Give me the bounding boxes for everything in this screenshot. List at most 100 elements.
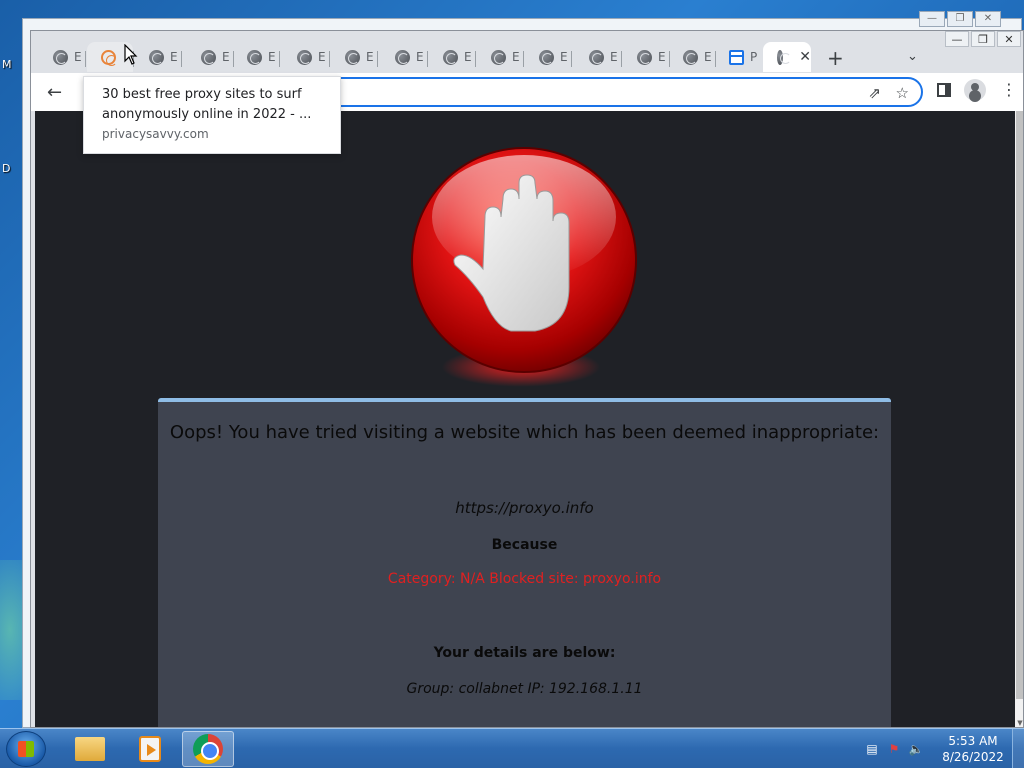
spiral-icon	[101, 49, 117, 66]
tab-title: P	[750, 50, 758, 64]
tab-title: E	[560, 50, 568, 64]
minimize-button[interactable]: —	[919, 11, 945, 27]
tab[interactable]: P	[715, 42, 761, 72]
restore-button[interactable]: ❐	[947, 11, 973, 27]
blocked-url: https://proxyo.info	[455, 499, 594, 517]
show-desktop-button[interactable]	[1012, 729, 1024, 768]
tab-title: E	[170, 50, 178, 64]
window-controls: — ❐ ✕	[945, 31, 1021, 47]
tab-hover-tooltip: 30 best free proxy sites to surf anonymo…	[83, 76, 341, 154]
tab-close-icon[interactable]: ✕	[799, 49, 811, 65]
scrollbar-thumb[interactable]	[1016, 111, 1023, 699]
globe-icon	[683, 49, 698, 65]
tab[interactable]: E	[477, 42, 523, 72]
block-heading: Oops! You have tried visiting a website …	[169, 422, 880, 443]
globe-icon	[491, 49, 506, 65]
user-details: Group: collabnet IP: 192.168.1.11	[406, 681, 643, 697]
tab[interactable]: E	[39, 42, 85, 72]
tab-title: E	[268, 50, 276, 64]
tab-active[interactable]: ✕	[763, 42, 811, 72]
page-content: Oops! You have tried visiting a website …	[35, 111, 1015, 727]
globe-icon	[297, 49, 312, 65]
block-message-panel: Oops! You have tried visiting a website …	[158, 398, 891, 727]
chrome-icon	[193, 734, 223, 764]
clock-time: 5:53 AM	[948, 734, 998, 748]
start-button[interactable]	[6, 731, 46, 767]
volume-icon[interactable]: 🔈	[908, 741, 924, 757]
share-icon[interactable]: ⇗	[868, 84, 881, 102]
globe-icon	[777, 49, 792, 65]
tab-title: E	[74, 50, 82, 64]
tab[interactable]: E	[283, 42, 329, 72]
globe-icon	[443, 49, 458, 65]
new-tab-plus-icon[interactable]: +	[827, 46, 844, 70]
back-arrow-icon[interactable]: ←	[47, 82, 62, 103]
tab[interactable]: E	[525, 42, 571, 72]
globe-icon	[345, 49, 360, 65]
tab-separator	[523, 51, 524, 67]
desktop-label[interactable]: M	[2, 58, 12, 71]
side-panel-icon[interactable]	[937, 83, 951, 97]
document-icon	[729, 49, 744, 65]
because-label: Because	[491, 537, 558, 553]
bookmark-star-icon[interactable]: ☆	[896, 84, 909, 102]
tab-title: E	[610, 50, 618, 64]
taskbar: ▤ ⚑ 🔈 5:53 AM 8/26/2022	[0, 728, 1024, 768]
tab[interactable]: E	[331, 42, 377, 72]
taskbar-media-player-button[interactable]	[124, 731, 176, 767]
system-tray: ▤ ⚑ 🔈	[864, 741, 924, 757]
scroll-down-arrow-icon[interactable]: ▼	[1015, 719, 1023, 727]
globe-icon	[637, 49, 652, 65]
tab-title: E	[658, 50, 666, 64]
stop-hand-icon	[411, 147, 637, 373]
minimize-button[interactable]: —	[945, 31, 969, 47]
tab-separator	[377, 51, 378, 67]
network-icon[interactable]: ▤	[864, 741, 880, 757]
close-button[interactable]: ✕	[997, 31, 1021, 47]
globe-icon	[53, 49, 68, 65]
tab-title: E	[704, 50, 712, 64]
tab-separator	[427, 51, 428, 67]
tab[interactable]: E	[135, 42, 181, 72]
tab[interactable]: E	[669, 42, 715, 72]
close-button[interactable]: ✕	[975, 11, 1001, 27]
globe-icon	[149, 49, 164, 65]
desktop-label[interactable]: D	[2, 162, 10, 175]
page-scrollbar[interactable]: ▼	[1015, 111, 1023, 727]
taskbar-explorer-button[interactable]	[64, 731, 116, 767]
folder-icon	[75, 737, 105, 761]
taskbar-clock[interactable]: 5:53 AM 8/26/2022	[938, 733, 1008, 765]
globe-icon	[395, 49, 410, 65]
globe-icon	[589, 49, 604, 65]
profile-avatar-icon[interactable]	[964, 79, 986, 101]
tab-title: E	[464, 50, 472, 64]
tab[interactable]: E	[623, 42, 669, 72]
tab-separator	[279, 51, 280, 67]
tab[interactable]: E	[187, 42, 233, 72]
kebab-menu-icon[interactable]: ⋮	[1001, 80, 1017, 99]
tab[interactable]: E	[575, 42, 621, 72]
tab-search-chevron-icon[interactable]: ⌄	[907, 49, 918, 64]
taskbar-chrome-button[interactable]	[182, 731, 234, 767]
tab-strip: E E E E E E E E E E E E E P ✕ + ⌄	[31, 39, 1023, 73]
tab-separator	[85, 51, 86, 67]
tab-title: E	[512, 50, 520, 64]
tab[interactable]: E	[381, 42, 427, 72]
restore-button[interactable]: ❐	[971, 31, 995, 47]
tooltip-title: 30 best free proxy sites to surf anonymo…	[102, 87, 312, 122]
details-heading: Your details are below:	[433, 645, 616, 661]
media-player-icon	[139, 736, 161, 762]
tab-separator	[571, 51, 572, 67]
tab-title: E	[366, 50, 374, 64]
tab[interactable]: E	[233, 42, 279, 72]
action-center-flag-icon[interactable]: ⚑	[886, 741, 902, 757]
tab[interactable]: E	[429, 42, 475, 72]
tab-title: E	[222, 50, 230, 64]
tab-separator	[475, 51, 476, 67]
tab-title: E	[318, 50, 326, 64]
clock-date: 8/26/2022	[942, 750, 1004, 764]
tab-separator	[329, 51, 330, 67]
tab-separator	[621, 51, 622, 67]
tooltip-url: privacysavvy.com	[102, 127, 209, 141]
tab-title: E	[416, 50, 424, 64]
